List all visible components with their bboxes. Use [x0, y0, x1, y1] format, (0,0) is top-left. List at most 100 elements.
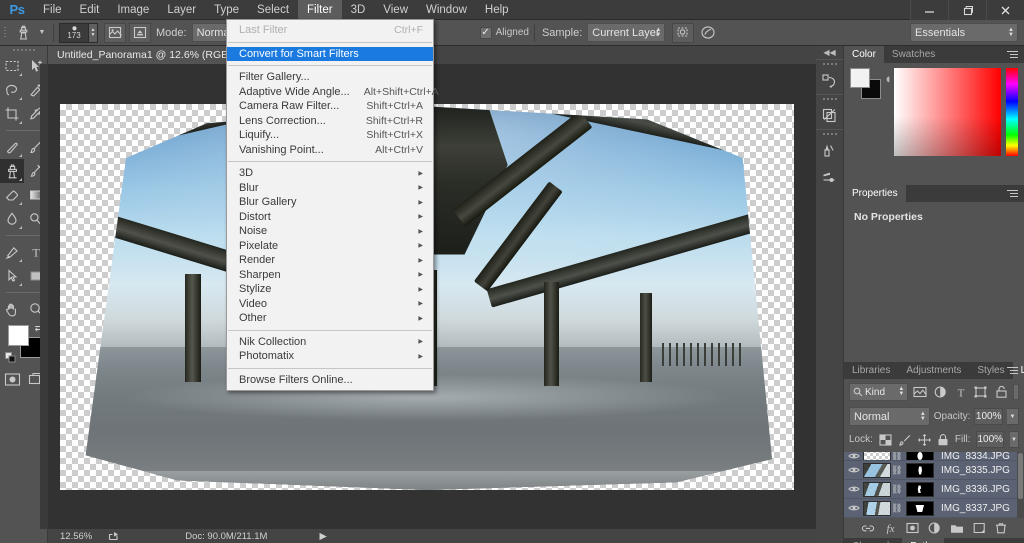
tool-lasso[interactable]	[0, 78, 24, 102]
opacity-value[interactable]: 100%	[974, 408, 1003, 425]
opacity-slider-chevron-icon[interactable]: ▼	[1006, 408, 1019, 425]
tool-blur[interactable]	[0, 207, 24, 231]
layer-visibility-icon[interactable]	[844, 466, 863, 474]
menu-help[interactable]: Help	[476, 0, 518, 20]
menu-item-3d[interactable]: 3D ▶	[227, 166, 433, 181]
layer-mask-thumbnail[interactable]	[906, 500, 934, 516]
layer-name[interactable]: IMG_8334.JPG	[941, 452, 1010, 460]
menu-item-render[interactable]: Render ▶	[227, 253, 433, 268]
panel-menu-icon[interactable]	[1007, 366, 1019, 375]
lock-all-icon[interactable]	[937, 433, 949, 446]
layer-visibility-icon[interactable]	[844, 452, 863, 460]
layer-thumbnail[interactable]	[863, 500, 891, 516]
menu-item-video[interactable]: Video ▶	[227, 297, 433, 312]
layer-name[interactable]: IMG_8336.JPG	[941, 484, 1010, 495]
fill-value[interactable]: 100%	[976, 431, 1005, 448]
brush-size-stepper[interactable]: ▲ ▼	[89, 22, 98, 43]
foreground-color-swatch[interactable]	[8, 325, 29, 346]
menu-select[interactable]: Select	[248, 0, 298, 20]
table-row[interactable]: ⛓ IMG_8337.JPG	[844, 499, 1024, 518]
layer-mask-thumbnail[interactable]	[906, 462, 934, 478]
lock-image-icon[interactable]	[898, 434, 912, 446]
menu-file[interactable]: File	[34, 0, 71, 20]
menu-item-last-filter[interactable]: Last Filter Ctrl+F	[227, 23, 433, 38]
brush-size-field[interactable]: 173 ▲ ▼	[59, 22, 98, 43]
expand-panels-icon[interactable]: ◀◀	[816, 46, 843, 59]
brush-panel-icon[interactable]	[816, 137, 843, 164]
menu-item-stylize[interactable]: Stylize ▶	[227, 282, 433, 297]
shape-filter-icon[interactable]	[973, 383, 989, 401]
quick-mask-icon[interactable]	[0, 367, 24, 391]
airbrush-pressure-icon[interactable]	[697, 23, 719, 43]
table-row[interactable]: ⛓ IMG_8334.JPG	[844, 452, 1024, 461]
hue-slider[interactable]	[1006, 68, 1018, 156]
minimize-icon[interactable]	[910, 0, 948, 20]
new-group-icon[interactable]	[950, 523, 964, 534]
menu-item-nik-collection[interactable]: Nik Collection ▶	[227, 335, 433, 350]
clone-stamp-tool-icon[interactable]	[10, 23, 36, 43]
sample-dropdown[interactable]: Current Layer ▲ ▼	[587, 23, 666, 42]
menu-item-filter-gallery[interactable]: Filter Gallery...	[227, 70, 433, 85]
menu-item-blur-gallery[interactable]: Blur Gallery ▶	[227, 195, 433, 210]
tool-eraser[interactable]	[0, 183, 24, 207]
workspace-dropdown[interactable]: Essentials ▲ ▼	[910, 23, 1018, 42]
pixel-filter-icon[interactable]	[912, 383, 928, 401]
tool-hand[interactable]	[0, 297, 24, 321]
menu-filter[interactable]: Filter	[298, 0, 342, 20]
adjustments-panel-icon[interactable]	[816, 164, 843, 191]
menu-item-noise[interactable]: Noise ▶	[227, 224, 433, 239]
type-filter-icon[interactable]: T	[953, 383, 969, 401]
menu-item-convert-for-smart-filters[interactable]: Convert for Smart Filters	[227, 46, 433, 61]
layer-mask-icon[interactable]	[906, 522, 919, 534]
menu-item-photomatix[interactable]: Photomatix ▶	[227, 349, 433, 364]
no-color-icon[interactable]: ◖	[884, 68, 892, 180]
default-colors-icon[interactable]	[5, 352, 16, 363]
tool-preset-chevron-icon[interactable]: ▼	[36, 29, 48, 36]
menu-item-other[interactable]: Other ▶	[227, 311, 433, 326]
menu-type[interactable]: Type	[205, 0, 248, 20]
panel-menu-icon[interactable]	[1007, 189, 1019, 198]
menu-view[interactable]: View	[374, 0, 417, 20]
layer-filter-toggle[interactable]	[1013, 384, 1020, 400]
menu-item-lens-correction[interactable]: Lens Correction... Shift+Ctrl+R	[227, 114, 433, 129]
adjustment-layer-icon[interactable]	[928, 522, 941, 534]
dock-group-grip[interactable]	[816, 95, 843, 102]
menu-layer[interactable]: Layer	[158, 0, 205, 20]
layer-thumbnail[interactable]	[863, 462, 891, 478]
brush-panel-toggle-icon[interactable]	[104, 22, 126, 43]
tool-clone-stamp[interactable]	[0, 159, 24, 183]
menu-item-liquify[interactable]: Liquify... Shift+Ctrl+X	[227, 128, 433, 143]
link-layers-icon[interactable]	[861, 523, 875, 534]
lock-position-icon[interactable]	[917, 433, 931, 446]
layer-thumbnail[interactable]	[863, 452, 891, 460]
tab-swatches[interactable]: Swatches	[884, 46, 943, 63]
share-icon[interactable]	[108, 531, 119, 541]
color-foreground-swatch[interactable]	[850, 68, 870, 88]
options-bar-grip[interactable]	[0, 20, 10, 46]
tool-spot-healing-brush[interactable]	[0, 135, 24, 159]
restore-icon[interactable]	[948, 0, 986, 20]
aligned-checkbox[interactable]: ✓ Aligned	[479, 26, 529, 39]
menu-edit[interactable]: Edit	[71, 0, 109, 20]
layer-name[interactable]: IMG_8337.JPG	[941, 503, 1010, 514]
layer-style-fx-icon[interactable]: fx	[884, 522, 897, 534]
tab-adjustments[interactable]: Adjustments	[898, 362, 969, 379]
delete-layer-icon[interactable]	[995, 522, 1007, 534]
lock-transparent-icon[interactable]	[879, 433, 892, 446]
menu-item-browse-filters-online[interactable]: Browse Filters Online...	[227, 373, 433, 388]
layer-visibility-icon[interactable]	[844, 504, 863, 512]
layer-name[interactable]: IMG_8335.JPG	[941, 465, 1010, 476]
dock-group-grip[interactable]	[816, 60, 843, 67]
dock-group-grip[interactable]	[816, 130, 843, 137]
actions-panel-icon[interactable]	[816, 102, 843, 129]
close-icon[interactable]	[986, 0, 1024, 20]
smart-object-filter-icon[interactable]	[993, 383, 1009, 401]
table-row[interactable]: ⛓ IMG_8335.JPG	[844, 461, 1024, 480]
history-panel-icon[interactable]	[816, 67, 843, 94]
menu-item-sharpen[interactable]: Sharpen ▶	[227, 268, 433, 283]
tab-properties[interactable]: Properties	[844, 185, 906, 202]
ignore-adjustment-layers-icon[interactable]	[672, 22, 695, 43]
layer-mask-thumbnail[interactable]	[906, 452, 934, 460]
filter-dropdown-menu[interactable]: Last Filter Ctrl+F Convert for Smart Filte…	[226, 19, 439, 391]
layer-list-scrollbar[interactable]	[1017, 452, 1024, 518]
